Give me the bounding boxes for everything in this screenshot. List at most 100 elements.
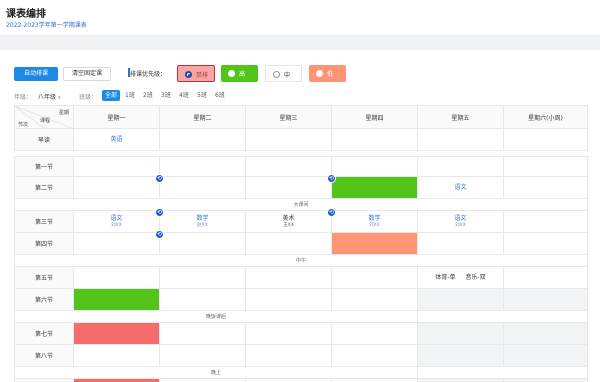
class-tab-6[interactable]: 6班 xyxy=(212,90,228,101)
slot-p1-wed[interactable] xyxy=(245,156,332,177)
slot-p4-tue[interactable]: ⟲ xyxy=(155,230,246,255)
slot-early-wed[interactable] xyxy=(245,128,332,151)
slot-p4-sat[interactable] xyxy=(503,232,588,255)
slot-p2-thu[interactable]: ⟲ xyxy=(327,174,418,199)
class-tab-all[interactable]: 全部 xyxy=(102,90,121,101)
class-tab-1[interactable]: 1班 xyxy=(122,90,138,101)
course-name: 语文 xyxy=(454,214,467,222)
slot-p3-mon[interactable]: 语文 刘XX xyxy=(73,210,160,233)
band-evening: 晚饭课后 xyxy=(14,310,418,323)
slot-p8-sat xyxy=(503,344,588,367)
radio-selected-icon xyxy=(185,71,192,78)
teacher-name: 刘XX xyxy=(111,222,122,228)
slot-p1-fri[interactable] xyxy=(417,156,504,177)
slot-p4-mon[interactable] xyxy=(73,232,160,255)
slot-p5-sat[interactable] xyxy=(503,266,588,289)
class-tab-3[interactable]: 3班 xyxy=(158,90,174,101)
grade-select[interactable]: 八年级 ▾ xyxy=(38,92,61,101)
slot-early-mon[interactable]: 英语 xyxy=(73,128,160,151)
row-label-p5: 第五节 xyxy=(14,266,74,289)
priority-high-option[interactable]: 高 xyxy=(221,65,258,82)
slot-p8-thu[interactable] xyxy=(331,344,418,367)
pin-icon[interactable]: ⟲ xyxy=(327,208,336,217)
band-night: 晚上 xyxy=(14,366,418,379)
slot-next-mon[interactable] xyxy=(73,378,160,382)
teacher-name: 刘XX xyxy=(455,222,466,228)
class-tab-2[interactable]: 2班 xyxy=(140,90,156,101)
course-name: 语文 xyxy=(110,214,123,222)
slot-p8-tue[interactable] xyxy=(159,344,246,367)
slot-p2-fri[interactable]: 语文 xyxy=(417,176,504,199)
pin-icon[interactable]: ⟲ xyxy=(155,208,164,217)
priority-mid-option[interactable]: 中 xyxy=(265,65,302,82)
slot-p3-thu[interactable]: ⟲ 数学 刘XX xyxy=(327,208,418,233)
priority-forbid-option[interactable]: 禁排 xyxy=(177,65,215,82)
slot-p2-tue[interactable]: ⟲ xyxy=(155,174,246,199)
slot-p5-fri[interactable]: 体育-单 音乐-双 xyxy=(417,266,504,289)
slot-early-thu[interactable] xyxy=(331,128,418,151)
slot-p6-wed[interactable] xyxy=(245,288,332,311)
band-noon: 中午 xyxy=(14,254,588,267)
slot-next-wed[interactable] xyxy=(245,378,332,382)
course-name: 数学 xyxy=(368,214,381,222)
slot-p6-tue[interactable] xyxy=(159,288,246,311)
slot-early-sat[interactable] xyxy=(503,128,588,151)
slot-p4-thu[interactable] xyxy=(331,232,418,255)
slot-p7-thu[interactable] xyxy=(331,322,418,345)
row-label-early: 早读 xyxy=(14,128,74,151)
slot-p5-mon[interactable] xyxy=(73,266,160,289)
slot-p6-fri xyxy=(417,288,504,311)
row-label-p4: 第四节 xyxy=(14,232,74,255)
slot-next-thu[interactable] xyxy=(331,378,418,382)
slot-p4-wed[interactable] xyxy=(245,232,332,255)
slot-p6-mon[interactable] xyxy=(73,288,160,311)
slot-p3-sat[interactable] xyxy=(503,210,588,233)
course-name: 语文 xyxy=(454,183,467,191)
slot-p7-wed[interactable] xyxy=(245,322,332,345)
pin-icon[interactable]: ⟲ xyxy=(327,174,336,183)
class-tab-5[interactable]: 5班 xyxy=(194,90,210,101)
slot-p8-wed[interactable] xyxy=(245,344,332,367)
pin-icon[interactable]: ⟲ xyxy=(155,230,164,239)
clear-fixed-button[interactable]: 清空固定课 xyxy=(63,67,111,81)
slot-p8-mon[interactable] xyxy=(73,344,160,367)
slot-p7-mon[interactable] xyxy=(73,322,160,345)
slot-next-tue[interactable] xyxy=(159,378,246,382)
band-break: 大课间 xyxy=(14,198,588,211)
row-label-p6: 第六节 xyxy=(14,288,74,311)
slot-early-fri[interactable] xyxy=(417,128,504,151)
day-header-tue: 星期二 xyxy=(159,105,246,129)
radio-icon xyxy=(316,70,323,77)
teacher-name: 刘XX xyxy=(369,222,380,228)
slot-p5-tue[interactable] xyxy=(159,266,246,289)
auto-schedule-button[interactable]: 自动排课 xyxy=(14,67,58,81)
priority-low-option[interactable]: 低 xyxy=(309,65,346,82)
slot-p2-sat[interactable] xyxy=(503,176,588,199)
slot-p5-wed[interactable] xyxy=(245,266,332,289)
pin-icon[interactable]: ⟲ xyxy=(155,174,164,183)
slot-early-tue[interactable] xyxy=(159,128,246,151)
priority-mid-label: 中 xyxy=(284,72,291,79)
slot-p2-wed[interactable] xyxy=(245,176,332,199)
slot-p8-fri xyxy=(417,344,504,367)
row-label-p2: 第二节 xyxy=(14,176,74,199)
corner-course-label: 课程 xyxy=(40,118,51,124)
slot-p7-tue[interactable] xyxy=(159,322,246,345)
slot-p2-mon[interactable] xyxy=(73,176,160,199)
slot-p1-sat[interactable] xyxy=(503,156,588,177)
slot-p3-tue[interactable]: ⟲ 数学 赵XX xyxy=(155,208,246,233)
slot-p4-fri[interactable] xyxy=(417,232,504,255)
slot-p5-thu[interactable] xyxy=(331,266,418,289)
class-tab-4[interactable]: 4班 xyxy=(176,90,192,101)
page: 课表编排 2022-2023学年第一学期课表 自动排课 清空固定课 排课优先级：… xyxy=(0,0,600,382)
slot-p3-wed[interactable]: 美术 王XX xyxy=(245,210,332,233)
grade-label: 年级： xyxy=(14,94,33,101)
slot-p3-fri[interactable]: 语文 刘XX xyxy=(417,210,504,233)
teacher-name: 王XX xyxy=(283,222,294,228)
slot-p1-mon[interactable] xyxy=(73,156,160,177)
slot-p1-thu[interactable] xyxy=(331,156,418,177)
row-label-p8: 第八节 xyxy=(14,344,74,367)
page-title: 课表编排 xyxy=(6,9,46,20)
slot-p1-tue[interactable] xyxy=(159,156,246,177)
slot-p6-thu[interactable] xyxy=(331,288,418,311)
